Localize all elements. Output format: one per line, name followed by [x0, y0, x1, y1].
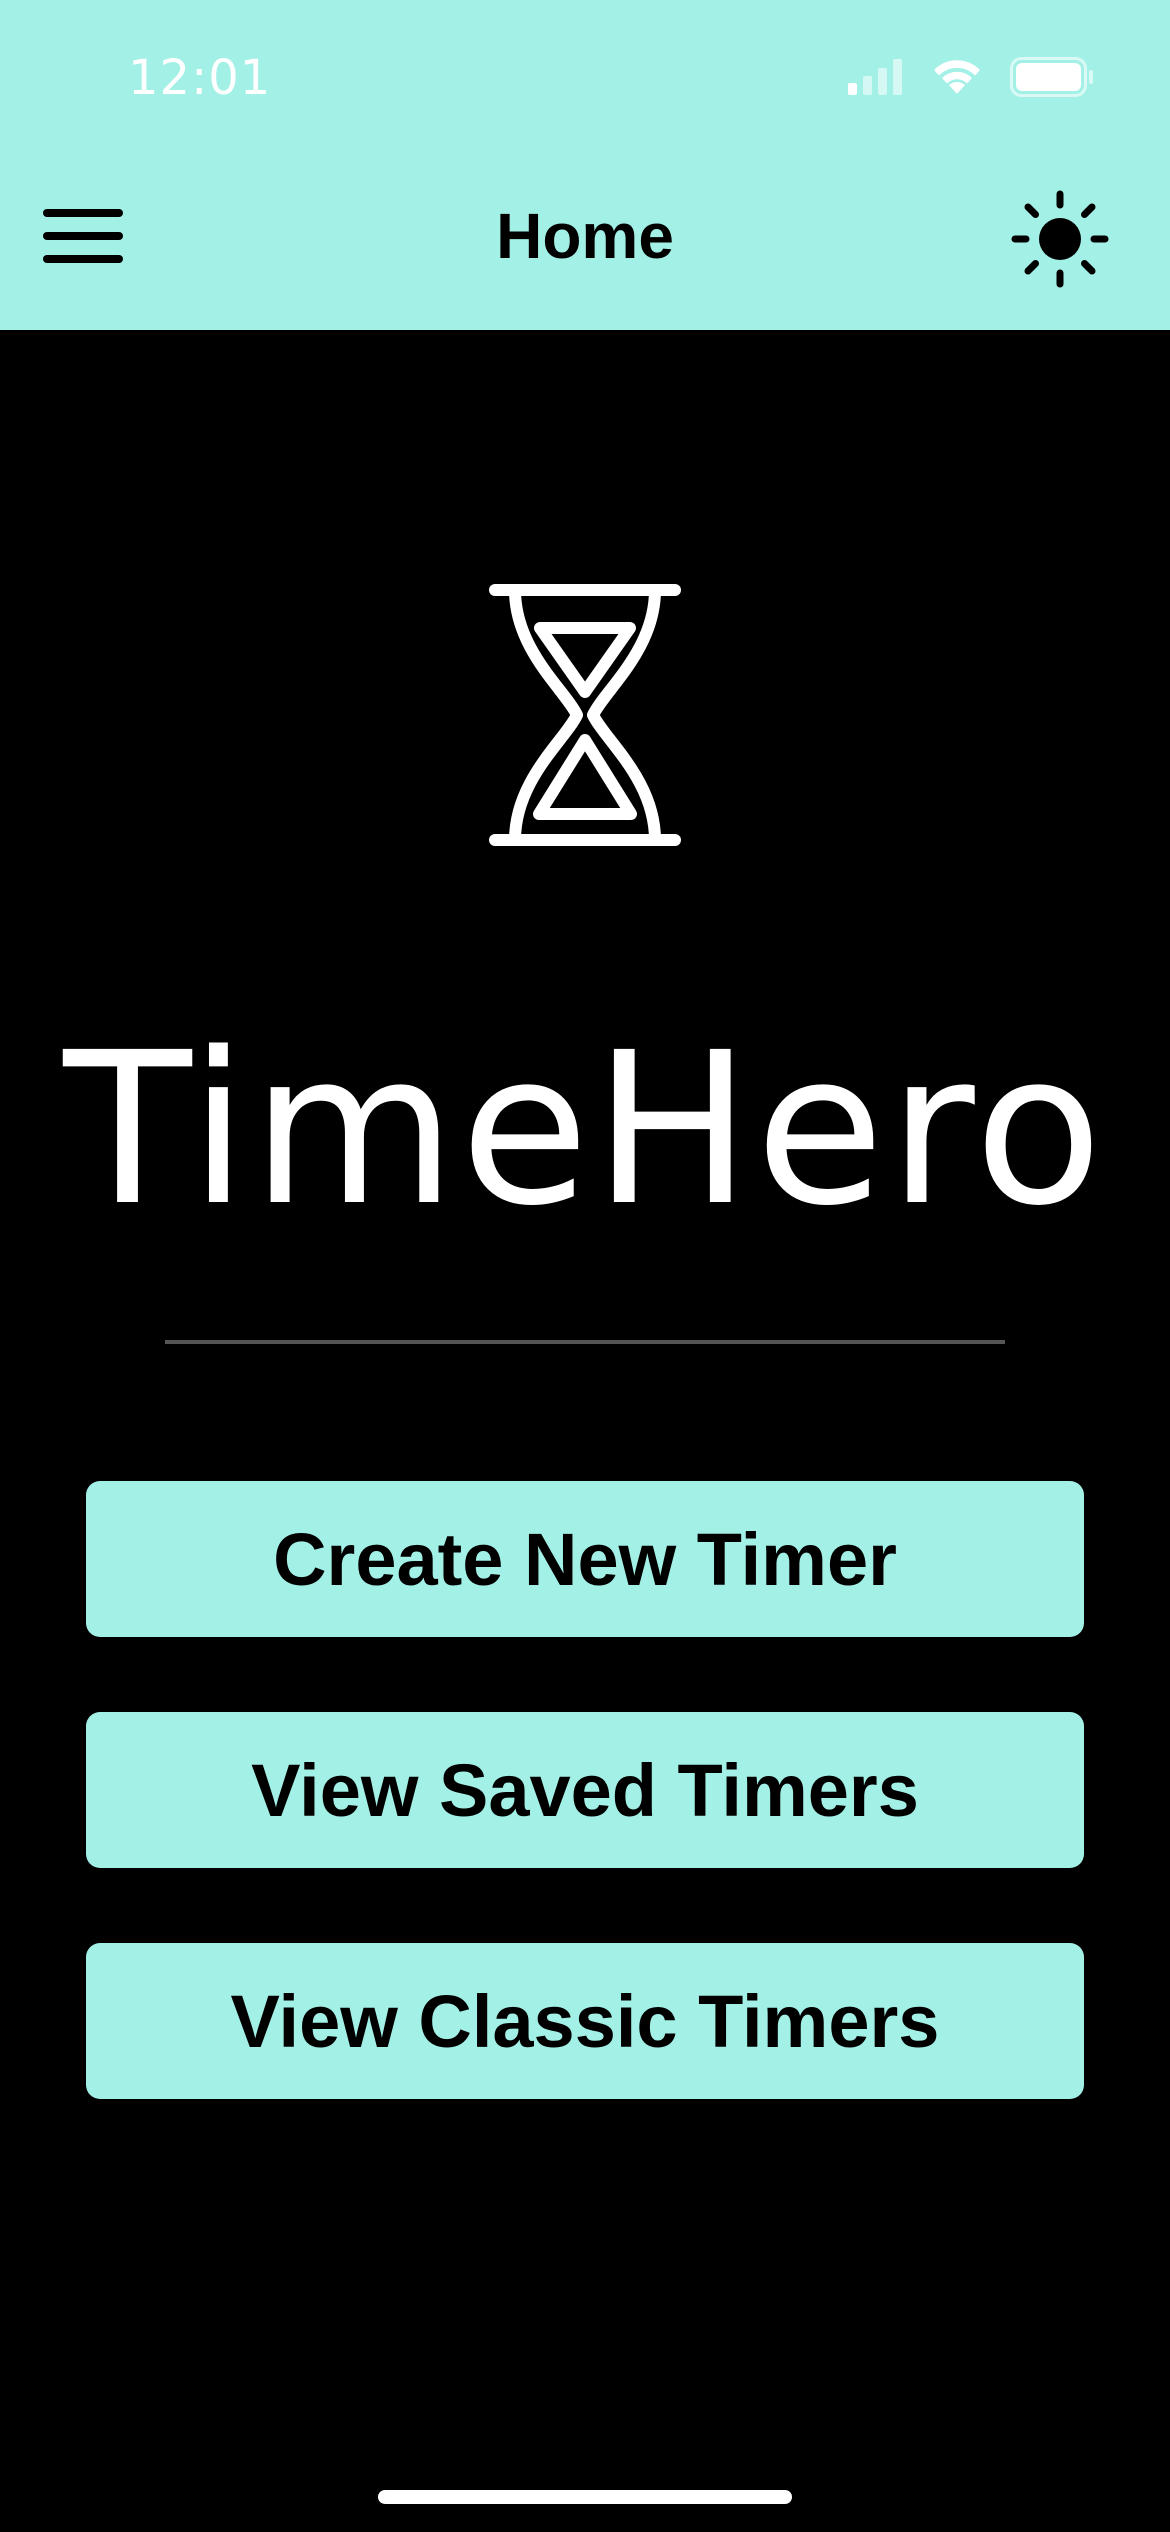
view-classic-timers-button[interactable]: View Classic Timers — [86, 1943, 1084, 2099]
top-bar: 12:01 Home — [0, 0, 1170, 330]
cellular-signal-icon — [848, 59, 902, 95]
page-title: Home — [496, 200, 674, 272]
divider — [165, 1340, 1005, 1344]
create-new-timer-button[interactable]: Create New Timer — [86, 1481, 1084, 1637]
wifi-icon — [934, 60, 980, 94]
home-screen: 12:01 Home TimeHero Create New Timer Vie… — [0, 0, 1170, 2532]
app-name: TimeHero — [63, 1007, 1107, 1252]
status-time: 12:01 — [128, 50, 272, 106]
battery-icon — [1010, 57, 1093, 97]
home-indicator[interactable] — [378, 2490, 792, 2504]
status-icons — [848, 55, 1094, 99]
hourglass-icon — [489, 584, 681, 846]
sun-icon — [1011, 190, 1109, 288]
theme-toggle-button[interactable] — [1005, 184, 1115, 294]
view-saved-timers-button[interactable]: View Saved Timers — [86, 1712, 1084, 1868]
